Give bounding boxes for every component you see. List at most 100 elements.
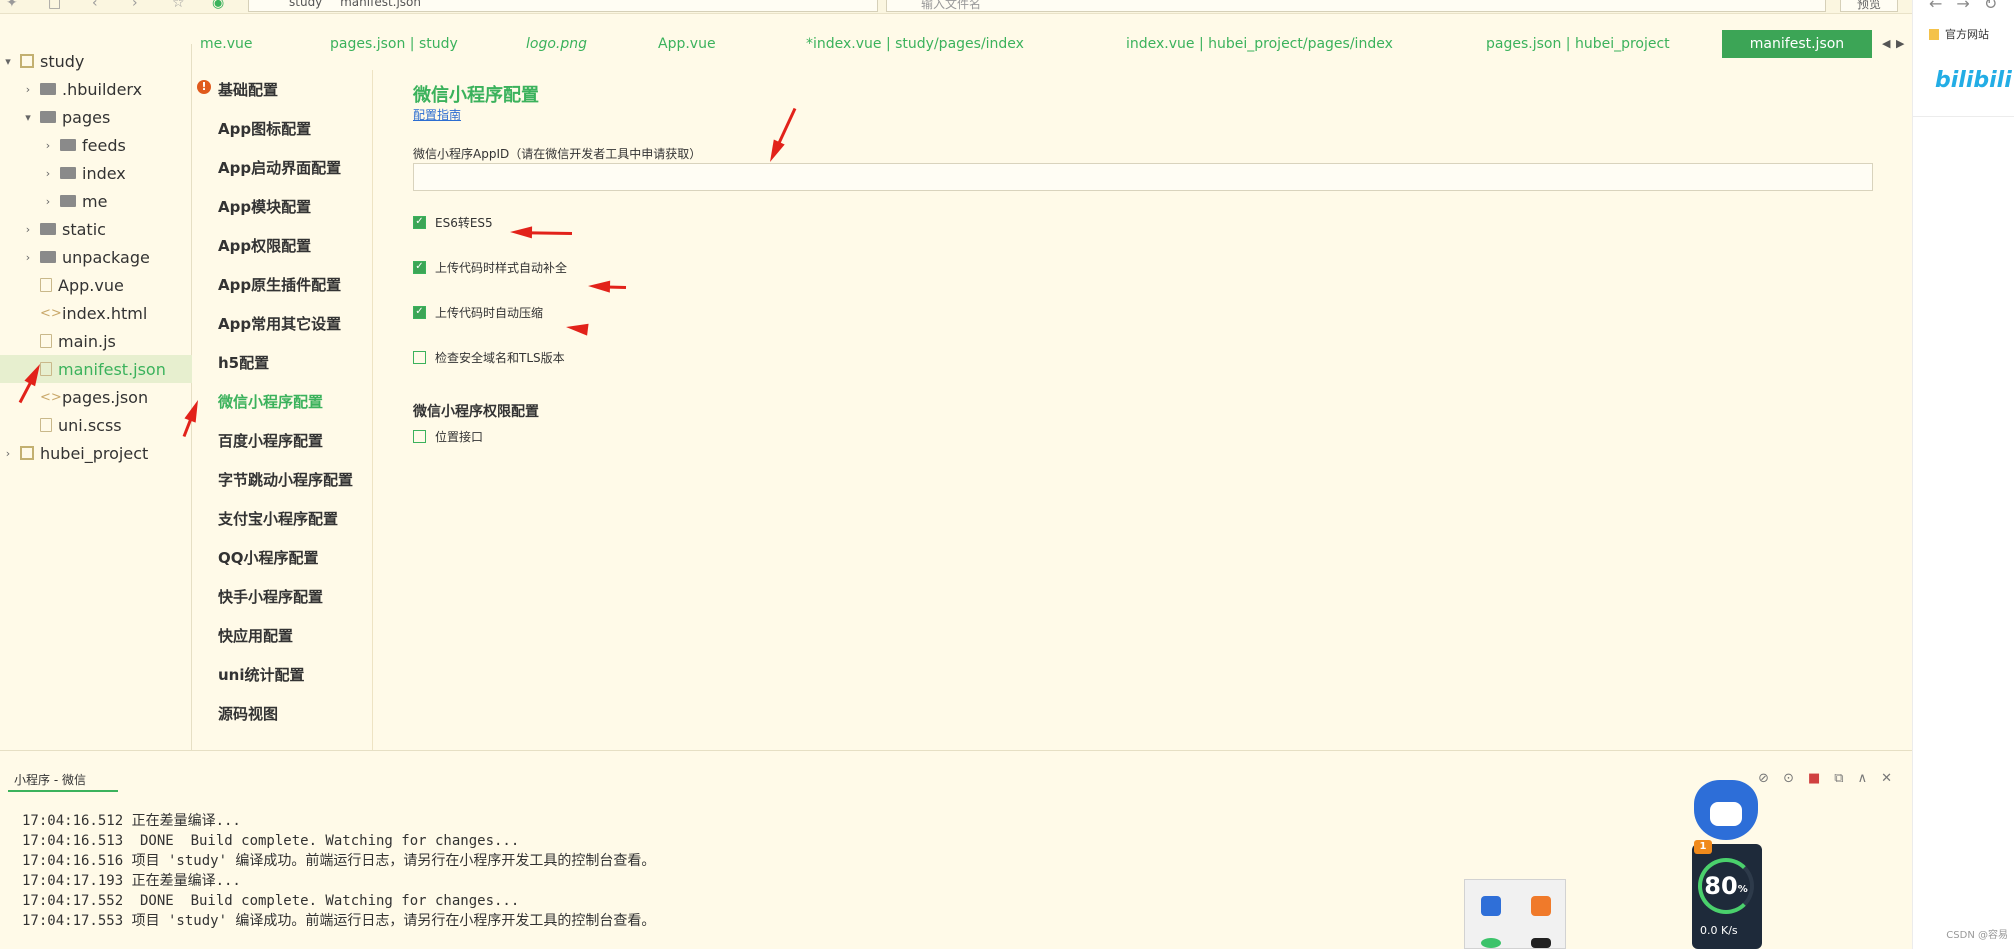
checkbox-icon[interactable]: ✓: [413, 305, 426, 319]
settings-nav-item[interactable]: 字节跳动小程序配置: [218, 469, 353, 490]
close-console-icon[interactable]: ✕: [1881, 771, 1892, 786]
chevron-right-icon[interactable]: ›: [2, 447, 14, 460]
tree-item-label: manifest.json: [58, 359, 166, 379]
checkbox-icon[interactable]: [413, 350, 426, 364]
lock-scroll-icon[interactable]: ⊙: [1783, 771, 1794, 786]
log-line: 17:04:16.512 正在差量编译...: [22, 813, 241, 829]
editor-tab[interactable]: App.vue: [658, 30, 716, 58]
network-speed: 0.0 K/s: [1700, 924, 1738, 937]
settings-nav-item[interactable]: App权限配置: [218, 235, 311, 256]
settings-nav-item[interactable]: QQ小程序配置: [218, 547, 319, 568]
tree-item[interactable]: › .hbuilderx: [0, 75, 192, 103]
app-tray-icon[interactable]: [1481, 896, 1501, 916]
permissions-title: 微信小程序权限配置: [413, 404, 539, 420]
browser-forward-icon[interactable]: →: [1956, 0, 1983, 13]
stop-icon[interactable]: ■: [1808, 771, 1820, 786]
file-icon: [40, 278, 52, 292]
collapse-up-icon[interactable]: ∧: [1858, 771, 1868, 786]
chevron-right-icon[interactable]: ›: [22, 223, 34, 236]
settings-nav-item[interactable]: App模块配置: [218, 196, 311, 217]
check-domain-tls-option[interactable]: 检查安全域名和TLS版本: [413, 348, 565, 366]
editor-tab[interactable]: me.vue: [200, 30, 252, 58]
tab-scroll-right-icon[interactable]: ▶: [1896, 37, 1904, 50]
settings-nav-item[interactable]: 百度小程序配置: [218, 430, 323, 451]
bookmark-star-icon[interactable]: ☆: [172, 0, 185, 11]
editor-tab[interactable]: pages.json | hubei_project: [1486, 30, 1670, 58]
chevron-right-icon[interactable]: ›: [42, 167, 54, 180]
editor-tab[interactable]: manifest.json: [1722, 30, 1872, 58]
breadcrumb-file[interactable]: manifest.json: [340, 0, 421, 9]
tree-item[interactable]: › index: [0, 159, 192, 187]
save-icon[interactable]: □: [48, 0, 61, 11]
app-tray-icon[interactable]: [1531, 896, 1551, 916]
chevron-right-icon[interactable]: ›: [42, 139, 54, 152]
settings-nav-item[interactable]: uni统计配置: [218, 664, 305, 685]
editor-tab[interactable]: index.vue | hubei_project/pages/index: [1126, 30, 1393, 58]
tree-item[interactable]: ▾ pages: [0, 103, 192, 131]
checkbox-icon[interactable]: ✓: [413, 215, 426, 229]
run-icon[interactable]: ◉: [212, 0, 224, 11]
minify-option[interactable]: ✓ 上传代码时自动压缩: [413, 303, 543, 321]
editor-tab[interactable]: pages.json | study: [330, 30, 458, 58]
settings-nav-item[interactable]: 快应用配置: [218, 625, 293, 646]
gauge-value: 80: [1704, 872, 1738, 900]
checkbox-icon[interactable]: ✓: [413, 260, 426, 274]
editor-tab[interactable]: *index.vue | study/pages/index: [806, 30, 1024, 58]
tab-scroll-left-icon[interactable]: ◀: [1882, 37, 1890, 50]
tree-item[interactable]: › me: [0, 187, 192, 215]
console-tab-wechat[interactable]: 小程序 - 微信: [8, 771, 118, 792]
divider: [1913, 116, 2014, 117]
style-autoprefix-option[interactable]: ✓ 上传代码时样式自动补全: [413, 258, 567, 276]
checkbox-icon[interactable]: [413, 429, 426, 443]
forward-icon[interactable]: ›: [132, 0, 138, 11]
settings-nav-item[interactable]: App启动界面配置: [218, 157, 341, 178]
tree-item[interactable]: App.vue: [0, 271, 192, 299]
settings-nav-item[interactable]: App图标配置: [218, 118, 311, 139]
settings-nav-item[interactable]: h5配置: [218, 352, 269, 373]
breadcrumb-project[interactable]: study: [289, 0, 322, 9]
chevron-down-icon[interactable]: ▾: [22, 111, 34, 124]
settings-nav-item[interactable]: App原生插件配置: [218, 274, 341, 295]
new-file-icon[interactable]: ✦: [6, 0, 18, 11]
browser-back-icon[interactable]: ←: [1929, 0, 1956, 13]
es6-to-es5-option[interactable]: ✓ ES6转ES5: [413, 213, 493, 231]
console-log: 17:04:16.512 正在差量编译... 17:04:16.513 DONE …: [22, 811, 655, 931]
settings-nav-item[interactable]: 基础配置: [218, 79, 278, 100]
tree-item[interactable]: › hubei_project: [0, 439, 192, 467]
settings-nav-item[interactable]: 微信小程序配置: [218, 391, 323, 412]
app-tray-icon[interactable]: [1531, 938, 1551, 948]
app-tray-icon[interactable]: [1481, 938, 1501, 948]
config-guide-link[interactable]: 配置指南: [413, 106, 461, 123]
log-line: 17:04:17.552 DONE Build complete. Watchi…: [22, 893, 520, 909]
tree-item[interactable]: ▾ study: [0, 47, 192, 75]
console-toolbar: ⊘ ⊙ ■ ⧉ ∧ ✕: [1758, 771, 1892, 786]
maximize-icon[interactable]: ⧉: [1834, 771, 1843, 786]
tray-popup: [1464, 879, 1566, 949]
appid-input[interactable]: [413, 163, 1873, 191]
tree-item[interactable]: › feeds: [0, 131, 192, 159]
speed-widget[interactable]: 1 80% 0.0 K/s: [1686, 780, 1766, 949]
tree-item[interactable]: <> index.html: [0, 299, 192, 327]
chevron-right-icon[interactable]: ›: [22, 251, 34, 264]
settings-nav-item[interactable]: 源码视图: [218, 703, 278, 724]
back-icon[interactable]: ‹: [92, 0, 98, 11]
chevron-right-icon[interactable]: ›: [42, 195, 54, 208]
tree-item[interactable]: › static: [0, 215, 192, 243]
chevron-down-icon[interactable]: ▾: [2, 55, 14, 68]
settings-nav-item[interactable]: App常用其它设置: [218, 313, 341, 334]
settings-nav-item[interactable]: 支付宝小程序配置: [218, 508, 338, 529]
tree-item[interactable]: main.js: [0, 327, 192, 355]
file-search-input[interactable]: 输入文件名: [886, 0, 1826, 12]
tree-item[interactable]: › unpackage: [0, 243, 192, 271]
browser-reload-icon[interactable]: ↻: [1984, 0, 2011, 13]
settings-nav-item[interactable]: 快手小程序配置: [218, 586, 323, 607]
location-permission-option[interactable]: 位置接口: [413, 427, 483, 445]
editor-tab[interactable]: logo.png: [526, 30, 587, 58]
preview-button[interactable]: 预览: [1840, 0, 1898, 12]
chevron-right-icon[interactable]: ›: [22, 83, 34, 96]
tree-item[interactable]: uni.scss: [0, 411, 192, 439]
folder-icon: [40, 251, 56, 263]
project-icon: [20, 54, 34, 68]
bilibili-logo[interactable]: bilibili: [1935, 68, 2012, 93]
bookmark-official-site[interactable]: 官方网站: [1929, 26, 1989, 42]
